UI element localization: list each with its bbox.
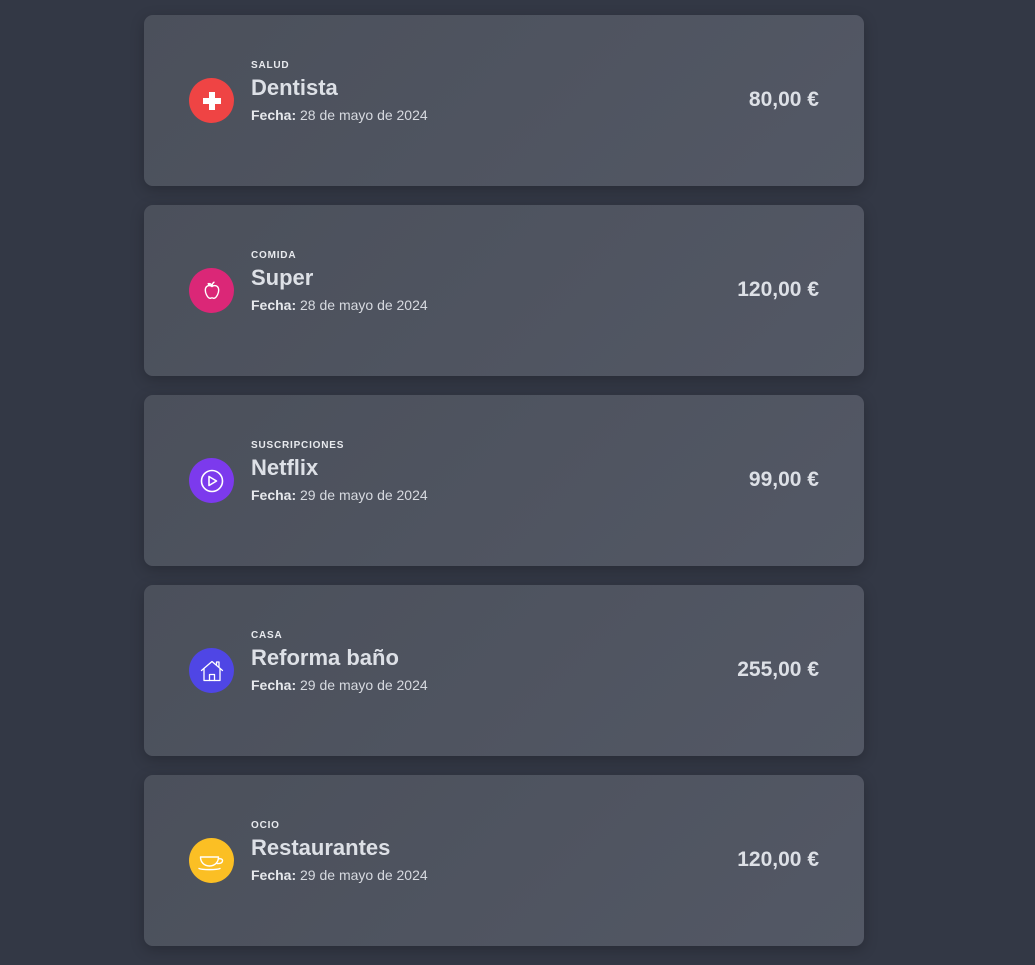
- apple-icon: [200, 279, 224, 303]
- expense-category: SALUD: [251, 60, 290, 71]
- expense-amount: 120,00 €: [737, 278, 819, 301]
- date-value: 28 de mayo de 2024: [300, 107, 428, 123]
- expense-title: Super: [251, 265, 314, 290]
- date-value: 29 de mayo de 2024: [300, 677, 428, 693]
- category-badge: [189, 838, 234, 883]
- date-label: Fecha:: [251, 867, 297, 883]
- category-badge: [189, 78, 234, 123]
- expense-category: SUSCRIPCIONES: [251, 440, 345, 451]
- expense-card[interactable]: COMIDA Super Fecha: 28 de mayo de 2024 1…: [144, 205, 864, 376]
- play-circle-icon: [199, 468, 225, 494]
- expense-title: Reforma baño: [251, 645, 399, 670]
- date-label: Fecha:: [251, 297, 297, 313]
- category-badge: [189, 268, 234, 313]
- expense-info: SALUD Dentista Fecha: 28 de mayo de 2024: [251, 59, 428, 124]
- expense-amount: 80,00 €: [748, 88, 819, 111]
- expense-card[interactable]: SUSCRIPCIONES Netflix Fecha: 29 de mayo …: [144, 395, 864, 566]
- expense-date: Fecha: 29 de mayo de 2024: [251, 676, 428, 694]
- date-value: 29 de mayo de 2024: [300, 487, 428, 503]
- expense-info: CASA Reforma baño Fecha: 29 de mayo de 2…: [251, 629, 428, 694]
- expense-title: Netflix: [251, 455, 319, 480]
- expense-date: Fecha: 28 de mayo de 2024: [251, 106, 428, 124]
- health-cross-icon: [201, 90, 223, 112]
- expense-amount: 99,00 €: [748, 468, 819, 491]
- expense-amount: 255,00 €: [737, 658, 819, 681]
- house-icon: [199, 658, 225, 684]
- expense-card[interactable]: CASA Reforma baño Fecha: 29 de mayo de 2…: [144, 585, 864, 756]
- expense-date: Fecha: 29 de mayo de 2024: [251, 486, 428, 504]
- date-label: Fecha:: [251, 487, 297, 503]
- expense-info: SUSCRIPCIONES Netflix Fecha: 29 de mayo …: [251, 439, 428, 504]
- expense-date: Fecha: 29 de mayo de 2024: [251, 866, 428, 884]
- expense-list: SALUD Dentista Fecha: 28 de mayo de 2024…: [144, 15, 864, 965]
- expense-title: Dentista: [251, 75, 338, 100]
- expense-title: Restaurantes: [251, 835, 391, 860]
- expense-card[interactable]: SALUD Dentista Fecha: 28 de mayo de 2024…: [144, 15, 864, 186]
- expense-category: CASA: [251, 630, 283, 641]
- expense-info: OCIO Restaurantes Fecha: 29 de mayo de 2…: [251, 819, 428, 884]
- expense-card[interactable]: OCIO Restaurantes Fecha: 29 de mayo de 2…: [144, 775, 864, 946]
- date-value: 28 de mayo de 2024: [300, 297, 428, 313]
- coffee-cup-icon: [197, 849, 227, 873]
- date-label: Fecha:: [251, 107, 297, 123]
- expense-category: COMIDA: [251, 250, 297, 261]
- category-badge: [189, 648, 234, 693]
- date-label: Fecha:: [251, 677, 297, 693]
- expense-category: OCIO: [251, 820, 280, 831]
- expense-amount: 120,00 €: [737, 848, 819, 871]
- category-badge: [189, 458, 234, 503]
- date-value: 29 de mayo de 2024: [300, 867, 428, 883]
- expense-date: Fecha: 28 de mayo de 2024: [251, 296, 428, 314]
- expense-info: COMIDA Super Fecha: 28 de mayo de 2024: [251, 249, 428, 314]
